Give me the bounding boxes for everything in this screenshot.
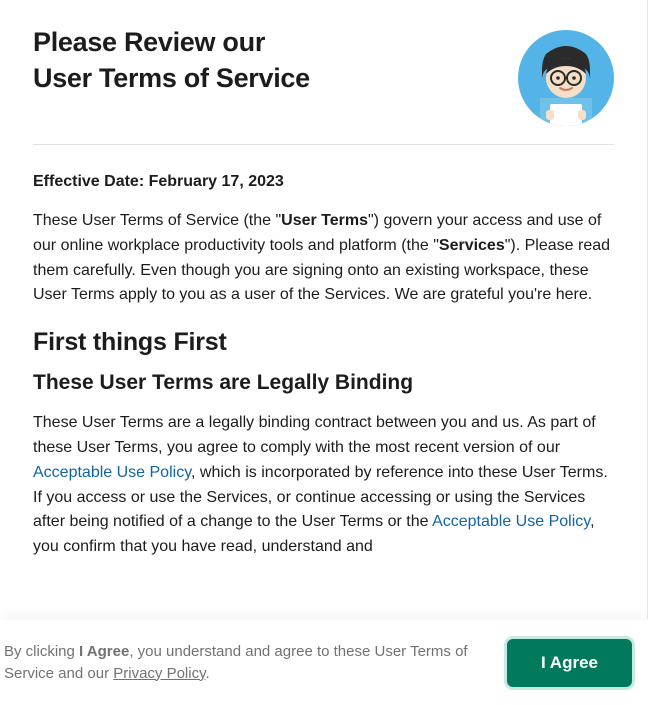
footer-bar: By clicking I Agree, you understand and … xyxy=(0,619,648,705)
acceptable-use-link-1[interactable]: Acceptable Use Policy xyxy=(33,464,191,481)
effective-value: February 17, 2023 xyxy=(149,173,284,190)
binding-paragraph: These User Terms are a legally binding c… xyxy=(33,411,614,560)
section-subheading: These User Terms are Legally Binding xyxy=(33,371,614,395)
avatar-illustration xyxy=(518,30,614,126)
effective-date: Effective Date: February 17, 2023 xyxy=(33,173,614,191)
title-line-2: User Terms of Service xyxy=(33,63,310,93)
agree-button[interactable]: I Agree xyxy=(507,639,632,687)
privacy-policy-link[interactable]: Privacy Policy xyxy=(113,665,205,682)
title-line-1: Please Review our xyxy=(33,27,265,57)
section-heading: First things First xyxy=(33,328,614,357)
footer-text: By clicking I Agree, you understand and … xyxy=(4,641,495,685)
divider xyxy=(33,144,614,145)
header-row: Please Review our User Terms of Service xyxy=(33,24,614,126)
terms-content: Please Review our User Terms of Service xyxy=(0,0,648,620)
acceptable-use-link-2[interactable]: Acceptable Use Policy xyxy=(432,513,590,530)
effective-label: Effective Date: xyxy=(33,173,144,190)
page-title: Please Review our User Terms of Service xyxy=(33,24,310,97)
intro-paragraph: These User Terms of Service (the "User T… xyxy=(33,209,614,308)
